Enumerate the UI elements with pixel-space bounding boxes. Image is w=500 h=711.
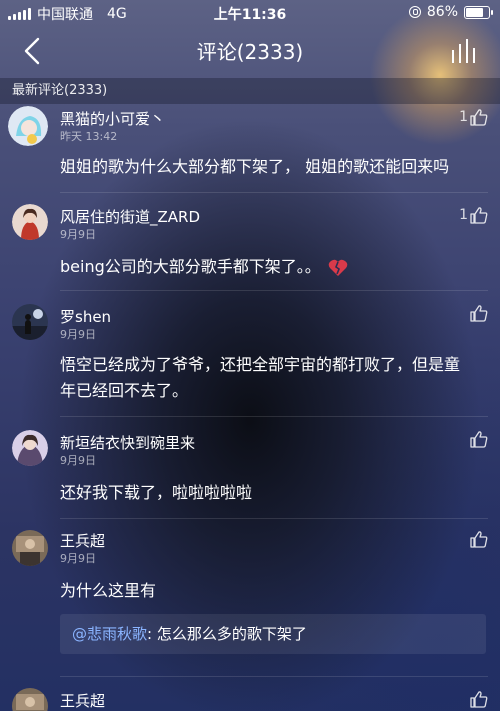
broken-heart-icon	[328, 259, 348, 276]
comment-item: 王兵超	[0, 678, 500, 711]
user-name[interactable]: 黑猫的小可爱丶	[60, 108, 165, 129]
thumbs-up-icon	[470, 431, 488, 448]
avatar[interactable]	[12, 304, 48, 340]
divider	[60, 676, 488, 677]
user-name[interactable]: 罗shen	[60, 306, 111, 327]
battery-fill	[466, 7, 484, 17]
comment-text-line: 年已经回不去了。	[60, 381, 189, 400]
reply-user[interactable]: @悲雨秋歌	[72, 625, 147, 643]
comment-text: 悟空已经成为了爷爷，还把全部宇宙的都打败了，但是童 年已经回不去了。	[60, 352, 486, 404]
comment-item: 罗shen 9月9日 悟空已经成为了爷爷，还把全部宇宙的都打败了，但是童 年已经…	[0, 292, 500, 418]
user-name[interactable]: 风居住的街道_ZARD	[60, 206, 200, 227]
comment-time: 9月9日	[60, 228, 96, 241]
page-title: 评论(2333)	[196, 40, 304, 64]
like-button[interactable]	[470, 430, 488, 448]
comment-time: 9月9日	[60, 454, 96, 467]
avatar[interactable]	[12, 530, 48, 566]
comment-time: 昨天 13:42	[60, 130, 118, 143]
comment-item: 新垣结衣快到碗里来 9月9日 还好我下载了，啦啦啦啦啦	[0, 418, 500, 519]
comments-screen: 中国联通 4G 上午11:36 86% 评论(2333) 最新评论(2333)	[0, 0, 500, 711]
comment-text-content: being公司的大部分歌手都下架了。。	[60, 257, 321, 276]
thumbs-up-icon	[470, 207, 488, 224]
like-button[interactable]: 1	[459, 206, 488, 224]
avatar[interactable]	[12, 204, 48, 240]
thumbs-up-icon	[470, 109, 488, 126]
thumbs-up-icon	[470, 691, 488, 708]
divider	[60, 192, 488, 193]
battery-percent: 86%	[426, 4, 458, 20]
comment-item: 风居住的街道_ZARD 9月9日 1 being公司的大部分歌手都下架了。。	[0, 194, 500, 292]
comment-time: 9月9日	[60, 552, 96, 565]
like-count: 1	[459, 207, 468, 223]
user-name[interactable]: 王兵超	[60, 690, 105, 711]
comment-text-line: 悟空已经成为了爷爷，还把全部宇宙的都打败了，但是童	[60, 355, 461, 374]
like-button[interactable]: 1	[459, 108, 488, 126]
reply-text: : 怎么那么多的歌下架了	[147, 625, 307, 643]
avatar[interactable]	[12, 430, 48, 466]
rotation-lock-icon	[408, 6, 421, 18]
battery-icon	[464, 5, 493, 19]
like-button[interactable]	[470, 530, 488, 548]
comment-text: being公司的大部分歌手都下架了。。	[60, 254, 486, 280]
section-header: 最新评论(2333)	[0, 78, 500, 104]
status-right: 86%	[408, 4, 493, 20]
like-count: 1	[459, 109, 468, 125]
thumbs-up-icon	[470, 531, 488, 548]
comment-item: 黑猫的小可爱丶 昨天 13:42 1 姐姐的歌为什么大部分都下架了， 姐姐的歌还…	[0, 104, 500, 194]
comment-text: 还好我下载了，啦啦啦啦啦	[60, 483, 253, 502]
bar-chart-icon	[452, 39, 475, 63]
avatar[interactable]	[8, 106, 48, 146]
avatar[interactable]	[12, 688, 48, 711]
like-button[interactable]	[470, 304, 488, 322]
user-name[interactable]: 新垣结衣快到碗里来	[60, 432, 195, 453]
comment-time: 9月9日	[60, 328, 96, 341]
quoted-reply[interactable]: @悲雨秋歌: 怎么那么多的歌下架了	[60, 614, 486, 654]
like-button[interactable]	[470, 690, 488, 708]
comment-text: 姐姐的歌为什么大部分都下架了， 姐姐的歌还能回来吗	[60, 157, 450, 176]
status-bar: 中国联通 4G 上午11:36 86%	[0, 0, 500, 26]
user-name[interactable]: 王兵超	[60, 530, 105, 551]
comment-text: 为什么这里有	[60, 581, 157, 600]
thumbs-up-icon	[470, 305, 488, 322]
chart-button[interactable]	[450, 38, 480, 64]
comment-item: 王兵超 9月9日 为什么这里有 @悲雨秋歌: 怎么那么多的歌下架了	[0, 518, 500, 678]
nav-bar: 评论(2333)	[0, 26, 500, 76]
divider	[60, 416, 488, 417]
divider	[60, 290, 488, 291]
